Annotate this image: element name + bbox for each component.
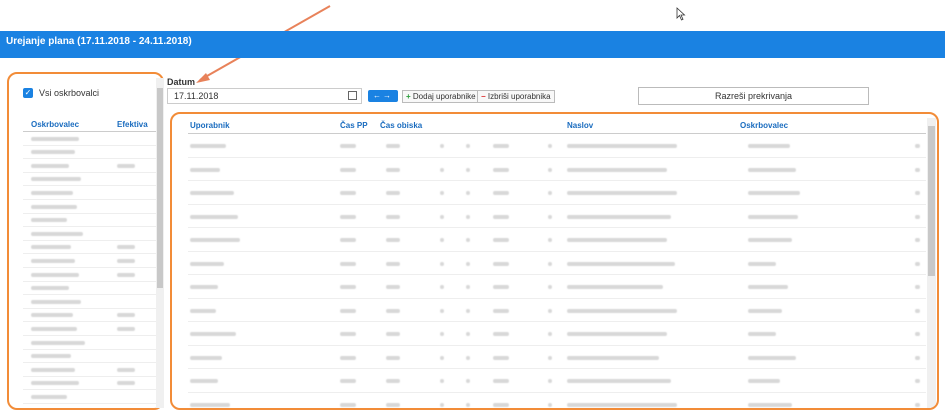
page-header: Urejanje plana (17.11.2018 - 24.11.2018) <box>0 31 945 58</box>
page-title: Urejanje plana (17.11.2018 - 24.11.2018) <box>6 36 192 47</box>
resolve-overlaps-button[interactable]: Razreši prekrivanja <box>638 87 869 105</box>
delete-user-button[interactable]: − Izbriši uporabnika <box>477 90 555 103</box>
plan-row[interactable] <box>188 369 926 393</box>
plan-row[interactable] <box>188 299 926 322</box>
plan-row[interactable] <box>188 158 926 181</box>
plus-icon: + <box>406 92 411 101</box>
caregivers-table-header: Oskrbovalec Efektiva <box>23 118 157 132</box>
caregiver-row[interactable] <box>23 132 157 146</box>
plan-table-scrollbar-thumb[interactable] <box>928 126 935 276</box>
caregiver-row[interactable] <box>23 363 157 377</box>
caregivers-panel: ✓ Vsi oskrbovalci Oskrbovalec Efektiva <box>7 72 164 410</box>
all-caregivers-label: Vsi oskrbovalci <box>39 88 100 98</box>
caregiver-row[interactable] <box>23 173 157 187</box>
plan-row[interactable] <box>188 322 926 346</box>
arrow-left-icon[interactable]: ← <box>373 91 383 100</box>
plan-row[interactable] <box>188 346 926 369</box>
caregivers-rows <box>23 132 157 408</box>
date-value: 17.11.2018 <box>174 91 219 101</box>
plan-row[interactable] <box>188 275 926 299</box>
caregiver-row[interactable] <box>23 200 157 214</box>
column-header-cas-pp[interactable]: Čas PP <box>340 121 368 130</box>
caregiver-row[interactable] <box>23 404 157 408</box>
date-nav-buttons[interactable]: ←→ <box>368 90 398 102</box>
caregiver-row[interactable] <box>23 227 157 241</box>
plan-table-panel: Uporabnik Čas PP Čas obiska Naslov Oskrb… <box>170 112 939 410</box>
caregivers-scrollbar[interactable] <box>156 78 164 408</box>
mouse-cursor-icon <box>676 7 686 21</box>
caregiver-row[interactable] <box>23 295 157 309</box>
column-header-uporabnik[interactable]: Uporabnik <box>190 121 230 130</box>
plan-row[interactable] <box>188 228 926 252</box>
plan-row[interactable] <box>188 134 926 158</box>
plan-row[interactable] <box>188 393 926 409</box>
add-users-label: Dodaj uporabnike <box>412 92 476 101</box>
plan-table-rows <box>188 134 926 409</box>
all-caregivers-checkbox[interactable]: ✓ Vsi oskrbovalci <box>23 88 99 98</box>
column-header-naslov[interactable]: Naslov <box>567 121 593 130</box>
caregiver-row[interactable] <box>23 146 157 160</box>
caregiver-row[interactable] <box>23 159 157 173</box>
caregiver-row[interactable] <box>23 186 157 200</box>
caregiver-row[interactable] <box>23 268 157 282</box>
plan-table-header: Uporabnik Čas PP Čas obiska Naslov Oskrb… <box>188 118 926 134</box>
plan-row[interactable] <box>188 181 926 205</box>
plan-table-scrollbar[interactable] <box>927 118 936 408</box>
minus-icon: − <box>481 92 486 101</box>
column-header-oskrbovalec[interactable]: Oskrbovalec <box>23 118 115 131</box>
caregiver-row[interactable] <box>23 309 157 323</box>
date-field[interactable]: 17.11.2018 <box>167 88 362 104</box>
caregiver-row[interactable] <box>23 322 157 336</box>
date-label: Datum <box>167 77 196 87</box>
app-root: Urejanje plana (17.11.2018 - 24.11.2018)… <box>0 0 945 413</box>
column-header-efektiva[interactable]: Efektiva <box>115 118 155 131</box>
caregivers-scrollbar-thumb[interactable] <box>157 88 163 288</box>
column-header-oskrbovalec[interactable]: Oskrbovalec <box>740 121 788 130</box>
caregiver-row[interactable] <box>23 282 157 296</box>
caregiver-row[interactable] <box>23 336 157 350</box>
caregiver-row[interactable] <box>23 377 157 391</box>
caregiver-row[interactable] <box>23 214 157 228</box>
plan-row[interactable] <box>188 205 926 228</box>
arrow-right-icon[interactable]: → <box>383 91 393 100</box>
calendar-icon[interactable] <box>348 91 357 100</box>
caregivers-table: Oskrbovalec Efektiva <box>23 118 157 408</box>
caregiver-row[interactable] <box>23 241 157 255</box>
column-header-cas-obiska[interactable]: Čas obiska <box>380 121 422 130</box>
plan-row[interactable] <box>188 252 926 275</box>
delete-user-label: Izbriši uporabnika <box>487 92 551 101</box>
caregiver-row[interactable] <box>23 254 157 268</box>
caregiver-row[interactable] <box>23 350 157 364</box>
add-users-button[interactable]: + Dodaj uporabnike <box>402 90 480 103</box>
caregiver-row[interactable] <box>23 390 157 404</box>
checkmark-icon: ✓ <box>23 88 33 98</box>
